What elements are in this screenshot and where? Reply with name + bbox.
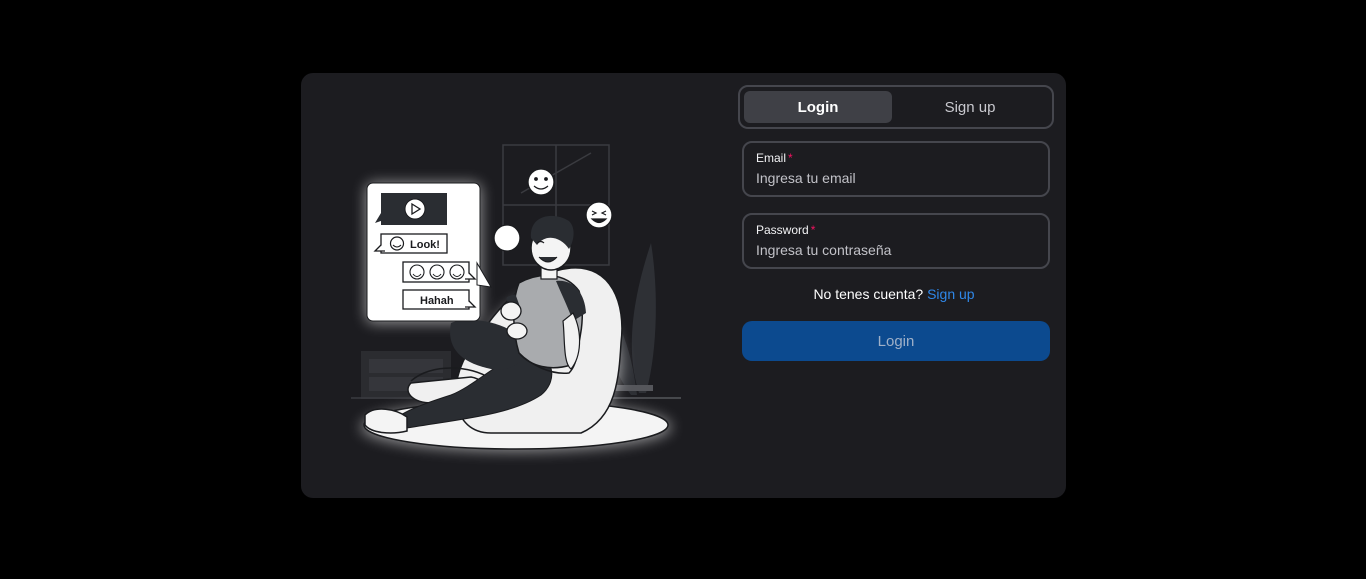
signup-prompt-text: No tenes cuenta? xyxy=(813,286,924,302)
email-field[interactable]: Email * xyxy=(742,141,1050,197)
password-field[interactable]: Password * xyxy=(742,213,1050,269)
required-marker: * xyxy=(788,151,793,165)
signup-prompt: No tenes cuenta? Sign up xyxy=(738,286,1050,302)
email-label: Email * xyxy=(756,151,793,165)
login-button[interactable]: Login xyxy=(742,321,1050,361)
password-input[interactable] xyxy=(756,241,1036,259)
person-chatting-illustration: Look! Hahah xyxy=(351,144,681,451)
signup-link[interactable]: Sign up xyxy=(927,286,974,302)
required-marker: * xyxy=(810,223,816,237)
tab-login[interactable]: Login xyxy=(744,91,892,123)
bubble-look-text: Look! xyxy=(410,239,440,251)
email-input[interactable] xyxy=(756,169,1036,187)
password-label: Password * xyxy=(756,223,816,237)
login-card: Look! Hahah Login Sign up Email* Passwor… xyxy=(301,73,1066,498)
tab-signup[interactable]: Sign up xyxy=(896,91,1044,123)
bubble-hahah-text: Hahah xyxy=(420,295,454,307)
auth-tabs: Login Sign up xyxy=(738,85,1054,129)
